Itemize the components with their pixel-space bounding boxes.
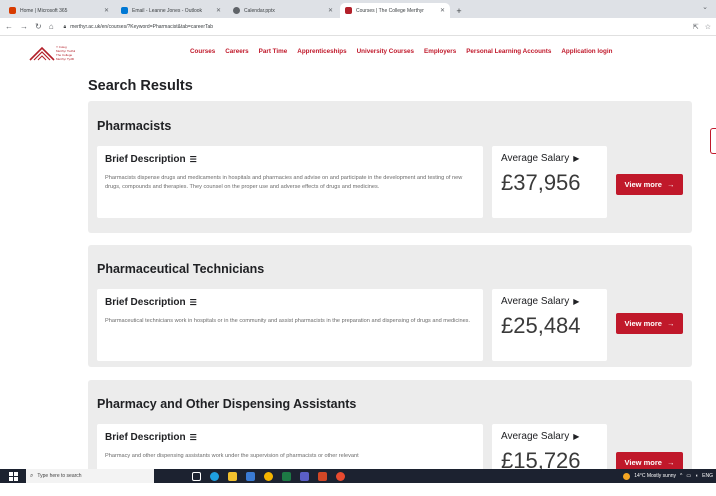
- language-indicator[interactable]: ENG: [702, 473, 713, 479]
- tray-chevron-icon[interactable]: ^: [680, 473, 682, 479]
- main-nav: Courses Careers Part Time Apprenticeship…: [190, 48, 612, 55]
- video-icon[interactable]: ▶: [573, 432, 579, 441]
- nav-application-login[interactable]: Application login: [561, 48, 612, 55]
- arrow-right-icon: →: [666, 319, 675, 328]
- description-box: Brief Description ☰ Pharmacists dispense…: [97, 146, 483, 218]
- video-icon[interactable]: ▶: [573, 154, 579, 163]
- salary-label: Average Salary: [501, 296, 570, 307]
- nav-apprenticeships[interactable]: Apprenticeships: [297, 48, 346, 55]
- document-icon: [233, 7, 240, 14]
- search-icon: ⌕: [30, 472, 34, 479]
- description-box: Brief Description ☰ Pharmacy and other d…: [97, 424, 483, 496]
- nav-courses[interactable]: Courses: [190, 48, 215, 55]
- forward-icon[interactable]: →: [20, 22, 28, 31]
- tab-title: Calendar.pptx: [244, 7, 275, 14]
- view-more-button[interactable]: View more →: [616, 174, 683, 195]
- result-title: Pharmacy and Other Dispensing Assistants: [97, 397, 357, 411]
- close-icon[interactable]: ✕: [328, 7, 333, 14]
- browser-tab[interactable]: Calendar.pptx ✕: [228, 3, 338, 18]
- microsoft-365-icon: [9, 7, 16, 14]
- browser-tab[interactable]: Home | Microsoft 365 ✕: [4, 3, 114, 18]
- result-card: Pharmacists Brief Description ☰ Pharmaci…: [88, 101, 692, 233]
- nav-university-courses[interactable]: University Courses: [357, 48, 414, 55]
- site-header: Y Coleg Merthyr Tudful The College Merth…: [0, 36, 716, 70]
- network-icon[interactable]: ▭: [686, 473, 691, 479]
- address-bar-row: ← → ↻ ⌂ 🔒︎ merthyr.ac.uk/en/courses/?Key…: [0, 18, 716, 36]
- windows-start-icon[interactable]: [0, 469, 26, 483]
- outlook-icon: [121, 7, 128, 14]
- browser-tab-strip: Home | Microsoft 365 ✕ Email - Leanne Jo…: [0, 0, 716, 18]
- description-label: Brief Description: [105, 297, 186, 308]
- taskbar-search-input[interactable]: ⌕ Type here to search: [26, 469, 154, 483]
- teams-icon[interactable]: [300, 471, 309, 481]
- salary-box: Average Salary ▶ £37,956: [492, 146, 607, 218]
- arrow-right-icon: →: [666, 180, 675, 189]
- description-text: Pharmaceutical technicians work in hospi…: [105, 318, 471, 324]
- close-icon[interactable]: ✕: [104, 7, 109, 14]
- store-icon[interactable]: [246, 471, 255, 481]
- arrow-right-icon: →: [666, 458, 675, 467]
- share-icon[interactable]: ⇱: [693, 23, 699, 31]
- video-icon[interactable]: ▶: [573, 297, 579, 306]
- system-tray: 14°C Mostly sunny ^ ▭ ◖ ENG: [623, 469, 713, 483]
- chrome-icon[interactable]: [264, 471, 273, 481]
- result-card: Pharmaceutical Technicians Brief Descrip…: [88, 245, 692, 367]
- list-icon: ☰: [189, 298, 197, 307]
- file-explorer-icon[interactable]: [228, 471, 237, 481]
- salary-label: Average Salary: [501, 153, 570, 164]
- list-icon: ☰: [189, 433, 197, 442]
- description-text: Pharmacy and other dispensing assistants…: [105, 453, 359, 459]
- weather-icon[interactable]: [623, 472, 631, 480]
- url-input[interactable]: 🔒︎ merthyr.ac.uk/en/courses/?Keyword=Pha…: [61, 20, 686, 33]
- nav-part-time[interactable]: Part Time: [259, 48, 288, 55]
- task-view-icon[interactable]: [192, 471, 201, 481]
- windows-taskbar: ⌕ Type here to search 14°C Mostly sunny …: [0, 469, 716, 483]
- volume-icon[interactable]: ◖: [695, 473, 698, 479]
- tab-search-chevron-icon[interactable]: ⌄: [702, 3, 708, 11]
- browser-tab[interactable]: Email - Leanne Jones - Outlook ✕: [116, 3, 226, 18]
- edge-icon[interactable]: [210, 471, 219, 481]
- nav-careers[interactable]: Careers: [225, 48, 248, 55]
- tab-title: Email - Leanne Jones - Outlook: [132, 7, 203, 14]
- result-card: Pharmacy and Other Dispensing Assistants…: [88, 380, 692, 496]
- back-icon[interactable]: ←: [5, 22, 13, 31]
- new-tab-button[interactable]: +: [452, 3, 466, 18]
- excel-icon[interactable]: [282, 471, 291, 481]
- powerpoint-icon[interactable]: [318, 471, 327, 481]
- salary-box: Average Salary ▶ £15,726: [492, 424, 607, 496]
- bookmark-star-icon[interactable]: ☆: [705, 23, 711, 31]
- logo-wordmark: Y Coleg Merthyr Tudful The College Merth…: [56, 45, 76, 61]
- nav-employers[interactable]: Employers: [424, 48, 456, 55]
- result-title: Pharmacists: [97, 119, 172, 133]
- reload-icon[interactable]: ↻: [35, 22, 42, 31]
- college-site-icon: [345, 7, 352, 14]
- side-feedback-tab[interactable]: [710, 128, 716, 154]
- result-title: Pharmaceutical Technicians: [97, 262, 265, 276]
- tab-title: Home | Microsoft 365: [20, 7, 68, 14]
- description-box: Brief Description ☰ Pharmaceutical techn…: [97, 289, 483, 361]
- url-text: merthyr.ac.uk/en/courses/?Keyword=Pharma…: [70, 23, 214, 30]
- home-icon[interactable]: ⌂: [49, 22, 54, 31]
- description-label: Brief Description: [105, 432, 186, 443]
- nav-personal-learning-accounts[interactable]: Personal Learning Accounts: [466, 48, 551, 55]
- app-icon[interactable]: [336, 471, 345, 481]
- salary-value: £37,956: [501, 170, 581, 195]
- tab-title: Courses | The College Merthyr: [356, 7, 424, 14]
- salary-label: Average Salary: [501, 431, 570, 442]
- salary-value: £25,484: [501, 313, 581, 338]
- lock-icon: 🔒︎: [63, 23, 67, 30]
- description-label: Brief Description: [105, 154, 186, 165]
- close-icon[interactable]: ✕: [440, 7, 445, 14]
- weather-text[interactable]: 14°C Mostly sunny: [634, 473, 676, 479]
- close-icon[interactable]: ✕: [216, 7, 221, 14]
- list-icon: ☰: [189, 155, 197, 164]
- browser-tab-active[interactable]: Courses | The College Merthyr ✕: [340, 3, 450, 18]
- salary-box: Average Salary ▶ £25,484: [492, 289, 607, 361]
- description-text: Pharmacists dispense drugs and medicamen…: [105, 175, 463, 190]
- page-title: Search Results: [88, 78, 193, 94]
- view-more-button[interactable]: View more →: [616, 313, 683, 334]
